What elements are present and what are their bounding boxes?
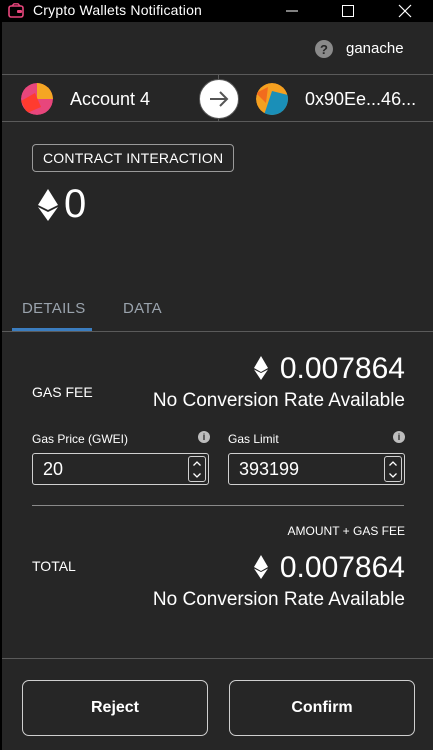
tab-data[interactable]: DATA [123,300,162,317]
network-bar: ? ganache [2,22,433,74]
total-conversion: No Conversion Rate Available [152,589,405,610]
gas-price-value[interactable]: 20 [43,459,63,480]
transaction-amount-value: 0 [64,182,87,226]
sender-recipient-row: Account 4 0x90Ee...46... [2,74,433,122]
ethereum-icon [38,188,58,221]
info-icon[interactable]: i [393,431,405,443]
total-value: 0.007864 [279,551,405,584]
confirm-button[interactable]: Confirm [229,680,415,736]
gas-limit-label: Gas Limit [228,432,279,446]
maximize-button[interactable] [325,0,371,22]
help-icon[interactable]: ? [315,40,333,58]
minimize-icon [286,10,298,12]
details-section: GAS FEE 0.007864 No Conversion Rate Avai… [2,333,433,659]
total-label: TOTAL [32,558,76,574]
amount-plus-gas-label: AMOUNT + GAS FEE [287,524,405,538]
recipient-address[interactable]: 0x90Ee...46... [305,89,416,110]
gas-limit-input[interactable]: 393199 [228,453,405,485]
minimize-button[interactable] [269,0,315,22]
window-titlebar: Crypto Wallets Notification [0,0,433,22]
chevron-up-icon[interactable] [193,460,201,466]
gas-price-label: Gas Price (GWEI) [32,432,129,446]
details-separator [32,505,404,506]
recipient-avatar [256,83,288,115]
gas-price-input[interactable]: 20 [32,453,209,485]
gas-fee-value: 0.007864 [279,352,405,385]
from-account-name[interactable]: Account 4 [70,89,150,110]
gas-limit-value[interactable]: 393199 [239,459,299,480]
window-title: Crypto Wallets Notification [33,2,203,18]
close-button[interactable] [382,0,428,22]
reject-button[interactable]: Reject [22,680,208,736]
ethereum-icon [254,356,268,380]
active-tab-indicator [12,328,92,331]
arrow-right-icon [199,79,239,119]
chevron-down-icon[interactable] [193,472,201,478]
from-account-avatar [21,83,53,115]
close-icon [398,4,412,18]
tab-bar: DETAILS DATA [2,292,433,332]
chevron-up-icon[interactable] [389,460,397,466]
transaction-type-badge: CONTRACT INTERACTION [32,144,235,172]
info-icon[interactable]: i [198,431,210,443]
gas-fee-conversion: No Conversion Rate Available [152,390,405,411]
gas-limit-stepper[interactable] [384,456,402,482]
gas-fee-label: GAS FEE [32,384,93,400]
wallet-app-icon [8,3,24,18]
chevron-down-icon[interactable] [389,472,397,478]
maximize-icon [342,5,354,17]
transaction-amount: 0 [38,182,86,227]
tab-details[interactable]: DETAILS [22,300,86,317]
gas-price-stepper[interactable] [188,456,206,482]
ethereum-icon [254,555,268,579]
network-name[interactable]: ganache [346,40,404,57]
confirm-transaction-panel: ? ganache Account 4 0x90Ee...46... CONTR… [2,22,433,750]
